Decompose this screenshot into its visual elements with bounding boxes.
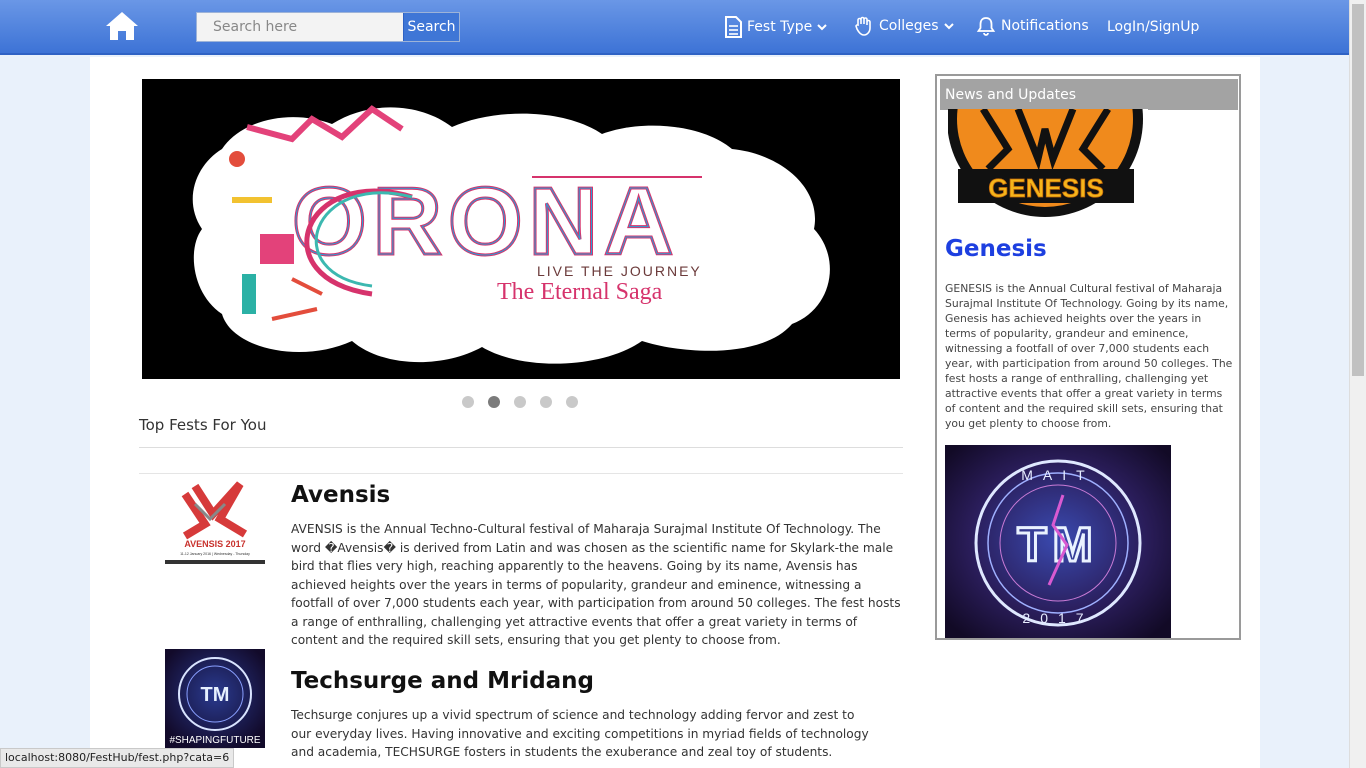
nav-login-signup[interactable]: LogIn/SignUp bbox=[1107, 19, 1199, 35]
carousel-dot-1[interactable] bbox=[462, 396, 474, 408]
document-icon bbox=[725, 16, 742, 38]
divider bbox=[139, 447, 903, 448]
nav-notifications[interactable]: Notifications bbox=[976, 16, 1089, 36]
fest-description: AVENSIS is the Annual Techno-Cultural fe… bbox=[291, 522, 901, 647]
carousel-dot-5[interactable] bbox=[566, 396, 578, 408]
fest-thumbnail-avensis[interactable]: AVENSIS 2017 11-12 January 2016 | Wednes… bbox=[165, 474, 265, 564]
news-image-mait[interactable]: MAIT TM 2017 bbox=[945, 445, 1171, 638]
chevron-down-icon bbox=[817, 24, 828, 31]
search-box: Search bbox=[196, 12, 460, 42]
news-image-ring-text: MAIT bbox=[1021, 467, 1094, 483]
fest-thumb-title: #SHAPINGFUTURE bbox=[169, 735, 260, 746]
search-button[interactable]: Search bbox=[403, 13, 459, 41]
browser-status-bar: localhost:8080/FestHub/fest.php?cata=6 bbox=[0, 748, 235, 768]
nav-notifications-label: Notifications bbox=[1001, 18, 1089, 34]
carousel-title-inner: ORONA bbox=[292, 168, 679, 275]
chevron-down-icon bbox=[943, 23, 954, 30]
news-image-year: 2017 bbox=[1022, 610, 1093, 626]
nav-fest-type[interactable]: Fest Type bbox=[724, 16, 828, 38]
home-icon[interactable] bbox=[104, 10, 140, 42]
news-title[interactable]: Genesis bbox=[945, 236, 1047, 262]
nav-colleges-label: Colleges bbox=[879, 18, 939, 34]
news-header: News and Updates bbox=[940, 79, 1238, 110]
carousel-dot-3[interactable] bbox=[514, 396, 526, 408]
nav-login-label: LogIn/SignUp bbox=[1107, 19, 1200, 35]
carousel-image: ORONA ORONA LIVE THE JOURNEY The Eternal… bbox=[142, 79, 900, 379]
carousel-tagline: The Eternal Saga bbox=[497, 279, 663, 305]
news-description: GENESIS is the Annual Cultural festival … bbox=[945, 282, 1233, 430]
bell-icon bbox=[976, 17, 996, 36]
carousel-slide[interactable]: ORONA ORONA LIVE THE JOURNEY The Eternal… bbox=[142, 79, 900, 379]
news-panel: News and Updates GENESIS Genesis GENESIS… bbox=[935, 74, 1241, 640]
page-scrollbar[interactable] bbox=[1349, 0, 1366, 768]
fest-thumb-letters: TM bbox=[201, 684, 230, 706]
nav-fest-type-label: Fest Type bbox=[747, 19, 813, 35]
carousel-indicators bbox=[462, 396, 578, 408]
navbar: Search Fest Type Colleges Notifications … bbox=[0, 0, 1349, 55]
carousel-dot-4[interactable] bbox=[540, 396, 552, 408]
scrollbar-thumb[interactable] bbox=[1352, 4, 1364, 376]
fest-thumbnail-techsurge[interactable]: TM #SHAPINGFUTURE bbox=[165, 649, 265, 748]
carousel-subtitle: LIVE THE JOURNEY bbox=[537, 263, 702, 279]
fest-name[interactable]: Techsurge and Mridang bbox=[291, 668, 594, 694]
carousel-dot-2[interactable] bbox=[488, 396, 500, 408]
fest-thumb-title: AVENSIS 2017 bbox=[184, 539, 245, 549]
fest-thumb-date: 11-12 January 2016 | Wednesday - Thursda… bbox=[180, 552, 250, 556]
fest-name[interactable]: Avensis bbox=[291, 482, 390, 508]
news-logo-text: GENESIS bbox=[988, 173, 1104, 203]
section-title: Top Fests For You bbox=[139, 416, 267, 434]
hand-icon bbox=[855, 16, 871, 36]
nav-colleges[interactable]: Colleges bbox=[854, 16, 954, 36]
fest-description: Techsurge conjures up a vivid spectrum o… bbox=[291, 708, 869, 759]
search-input[interactable] bbox=[197, 13, 403, 41]
genesis-logo[interactable]: GENESIS bbox=[948, 109, 1148, 217]
